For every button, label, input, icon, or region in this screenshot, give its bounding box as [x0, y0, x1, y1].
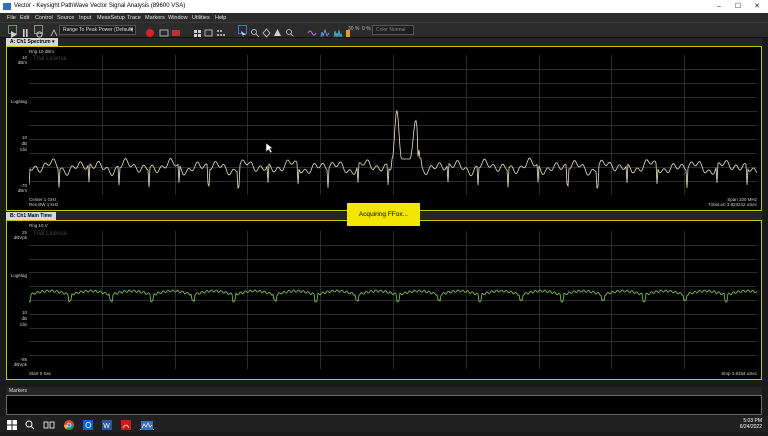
toolbar: Range To Peak Power (Default) ▾ 30 % 0 %…: [0, 22, 768, 38]
tab-ch1-spectrum-label: A: Ch1 Spectrum: [10, 39, 51, 45]
acquiring-status-popup: Acquiring FFox...: [347, 203, 420, 226]
word-icon[interactable]: W: [101, 418, 113, 430]
menu-meassetup[interactable]: MeasSetup: [97, 15, 125, 21]
peak-marker-icon[interactable]: [273, 25, 282, 36]
menu-control[interactable]: Control: [35, 15, 53, 21]
spectrum-y-div: 10: [21, 135, 27, 140]
taskbar: O W 5:03 PM 6/24/2022: [0, 416, 768, 432]
play-icon[interactable]: [8, 25, 17, 38]
restart-icon[interactable]: [34, 25, 43, 38]
minimize-button[interactable]: –: [712, 2, 726, 11]
spectrum-timelen: TimeLen 3.823242 uSec: [708, 202, 757, 207]
menu-edit[interactable]: Edit: [20, 15, 29, 21]
time-trace-line: [29, 289, 757, 303]
percent-value: 30 %: [348, 26, 360, 32]
range-icon[interactable]: [50, 25, 59, 37]
spectrum-plot-area[interactable]: Trial License: [29, 55, 757, 195]
zoom-plus-icon[interactable]: [285, 25, 294, 37]
zoom-icon[interactable]: [250, 25, 260, 38]
time-trace: [29, 289, 757, 303]
stop-recording-icon[interactable]: [171, 25, 181, 36]
pane-a-header: A: Ch1 Spectrum ▾: [6, 38, 762, 46]
task-view-icon[interactable]: [43, 418, 55, 430]
tab-ch1-main-time-label: B: Ch1 Main Time: [10, 213, 52, 219]
chevron-down-icon: ▾: [51, 39, 55, 45]
time-y-div-unit2: /div: [19, 322, 27, 327]
time-y-bottom-unit: dBVpk: [13, 362, 27, 367]
color-mode-value: Color Normal: [376, 26, 406, 33]
layout-icon[interactable]: [204, 25, 213, 37]
acrobat-icon[interactable]: [120, 418, 132, 430]
marker-diamond-icon[interactable]: [262, 25, 271, 38]
time-y-div-unit: dB: [21, 316, 27, 321]
spectrogram-icon[interactable]: [333, 25, 343, 38]
svg-text:W: W: [103, 423, 110, 430]
svg-text:O: O: [85, 421, 91, 430]
playback-icon[interactable]: [159, 25, 169, 37]
menu-markers[interactable]: Markers: [145, 15, 165, 21]
markers-title: Markers: [9, 388, 28, 394]
close-button[interactable]: ✕: [750, 2, 764, 11]
markers-header: Markers: [6, 387, 762, 395]
windows-start-icon[interactable]: [6, 418, 18, 430]
time-y-scale-type: LogMag: [10, 273, 27, 278]
clock-date: 6/24/2022: [739, 424, 762, 430]
time-y-div: 10: [21, 310, 27, 315]
menu-source[interactable]: Source: [57, 15, 74, 21]
window-title: Vector - Keysight PathWave Vector Signal…: [14, 3, 186, 9]
time-plot-area[interactable]: Trial License: [29, 231, 757, 369]
time-start: Start 0 Sec: [29, 371, 52, 376]
search-icon[interactable]: [24, 418, 36, 430]
spectrum-y-top-unit: dBm: [17, 60, 27, 65]
time-stop: Stop 3.8184 uSec: [721, 371, 757, 376]
tab-ch1-main-time[interactable]: B: Ch1 Main Time: [6, 212, 56, 220]
chrome-icon[interactable]: [63, 418, 75, 430]
range-dropdown[interactable]: Range To Peak Power (Default) ▾: [59, 24, 136, 35]
menu-help[interactable]: Help: [215, 15, 226, 21]
time-y-top-unit: dBVpk: [13, 235, 27, 240]
maximize-button[interactable]: ☐: [731, 2, 745, 11]
system-clock[interactable]: 5:03 PM 6/24/2022: [740, 418, 762, 430]
menu-utilities[interactable]: Utilities: [192, 15, 210, 21]
dots-grid-icon[interactable]: [216, 25, 225, 36]
menu-input[interactable]: Input: [79, 15, 91, 21]
title-bar: Vector - Keysight PathWave Vector Signal…: [0, 0, 768, 13]
grid-icon[interactable]: [193, 25, 202, 37]
spectrum-y-bottom-unit: dBm: [17, 188, 27, 193]
spectrum-range: Rng 10 dBm: [29, 49, 55, 54]
spectrum-pane[interactable]: Rng 10 dBm 10 dBm LogMag 10 dB /div -70 …: [6, 46, 762, 211]
spectrum-y-div-unit2: /div: [19, 147, 27, 152]
markers-pane[interactable]: [6, 395, 762, 415]
time-range: Rng 10 V: [29, 223, 48, 228]
record-icon[interactable]: [145, 25, 155, 37]
zero-percent-value: 0 %: [362, 26, 371, 32]
menu-window[interactable]: Window: [168, 15, 188, 21]
spectrum-trace: [29, 110, 757, 189]
outlook-icon[interactable]: O: [82, 418, 94, 430]
time-pane[interactable]: Rng 10 V 25 dBVpk LogMag 10 dB /div -85 …: [6, 220, 762, 380]
signal-wave-icon[interactable]: [307, 25, 317, 36]
pause-icon[interactable]: [21, 25, 30, 37]
menu-file[interactable]: File: [7, 15, 16, 21]
pointer-icon[interactable]: [238, 25, 247, 38]
color-mode-dropdown[interactable]: Color Normal: [372, 24, 414, 35]
tab-ch1-spectrum[interactable]: A: Ch1 Spectrum ▾: [6, 38, 59, 46]
spectrum-y-div-unit: dB: [21, 141, 27, 146]
spectrum-trace-line: [29, 110, 757, 189]
menu-trace[interactable]: Trace: [127, 15, 141, 21]
app-icon: [3, 3, 11, 10]
spectrum-icon[interactable]: [320, 25, 330, 38]
mouse-cursor-icon: [265, 142, 274, 154]
chevron-down-icon: ▾: [130, 26, 133, 33]
range-dropdown-value: Range To Peak Power (Default): [63, 26, 134, 33]
spectrum-y-scale-type: LogMag: [10, 99, 27, 104]
menu-bar: File Edit Control Source Input MeasSetup…: [0, 13, 768, 22]
spectrum-res-bw: Res BW 1 kHz: [29, 202, 59, 207]
vsa-app-icon[interactable]: [140, 418, 154, 430]
